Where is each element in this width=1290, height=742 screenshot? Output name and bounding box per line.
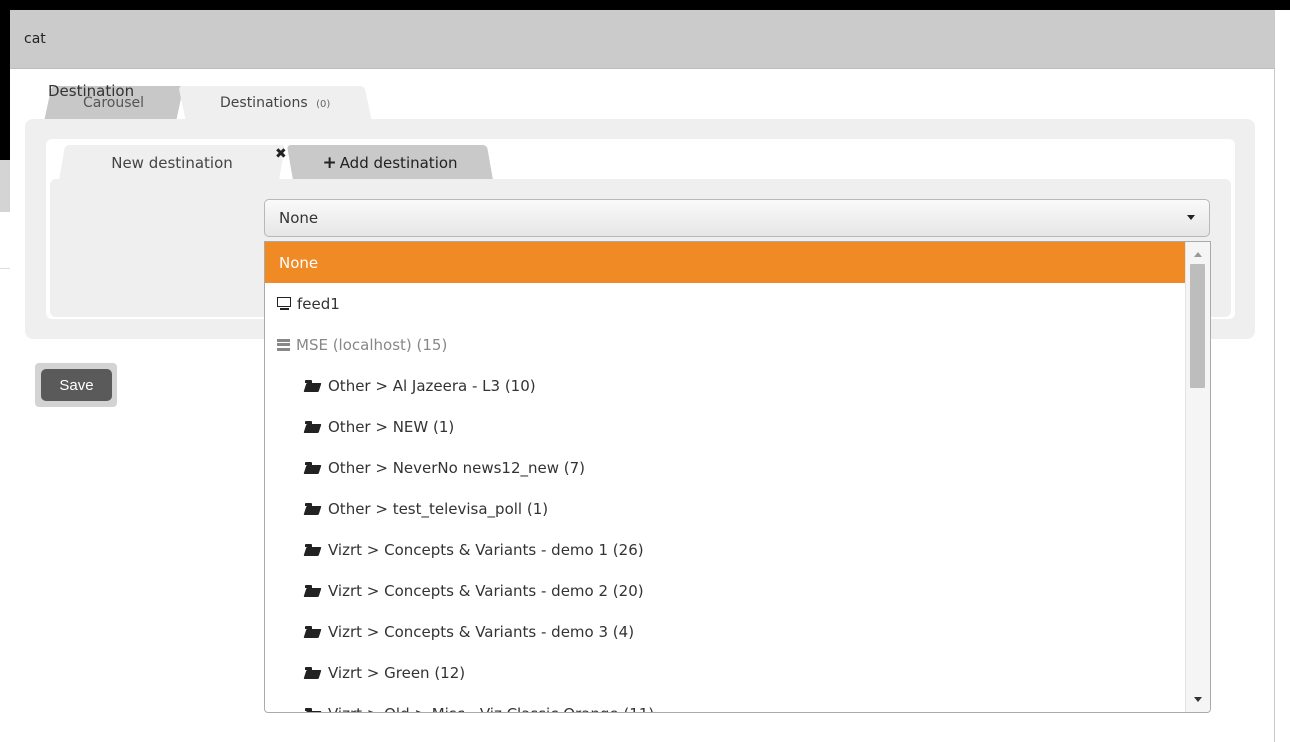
caret-down-icon bbox=[1187, 215, 1195, 220]
plus-icon: + bbox=[322, 153, 337, 173]
tab-destinations-label: Destinations bbox=[219, 95, 308, 111]
page-border-left bbox=[0, 0, 10, 160]
dropdown-list: None feed1 MSE (localhost) (15) Other > … bbox=[265, 242, 1185, 713]
option-label: feed1 bbox=[297, 294, 340, 313]
folder-open-icon bbox=[305, 625, 322, 638]
dropdown-option-none[interactable]: None bbox=[265, 242, 1185, 283]
folder-open-icon bbox=[305, 420, 322, 433]
dropdown-group-mse: MSE (localhost) (15) bbox=[265, 324, 1185, 365]
close-icon[interactable]: ✖ bbox=[275, 147, 287, 161]
option-label: Other > test_televisa_poll (1) bbox=[328, 499, 549, 518]
page-background-strip bbox=[0, 160, 10, 212]
dropdown-option[interactable]: Other > NEW (1) bbox=[265, 406, 1185, 447]
dropdown-option[interactable]: Vizrt > Green (12) bbox=[265, 652, 1185, 693]
tab-add-destination[interactable]: + Add destination bbox=[286, 145, 494, 181]
tab-add-destination-label: Add destination bbox=[339, 154, 458, 172]
page-divider bbox=[0, 268, 10, 269]
dropdown-option[interactable]: Other > Al Jazeera - L3 (10) bbox=[265, 365, 1185, 406]
option-label: None bbox=[279, 253, 319, 272]
option-label: Vizrt > Old > Misc - Viz Classic Orange … bbox=[328, 705, 654, 713]
destination-dropdown[interactable]: None feed1 MSE (localhost) (15) Other > … bbox=[264, 241, 1211, 713]
save-button[interactable]: Save bbox=[41, 369, 112, 401]
dialog-window: cat Carousel Destinations (0) New destin… bbox=[10, 10, 1275, 742]
option-label: Vizrt > Concepts & Variants - demo 2 (20… bbox=[328, 581, 644, 600]
tab-new-destination-label: New destination bbox=[111, 154, 233, 172]
option-label: Other > NeverNo news12_new (7) bbox=[328, 458, 586, 477]
destination-select[interactable]: None bbox=[264, 199, 1210, 237]
tab-destinations-count: (0) bbox=[315, 99, 331, 110]
dropdown-option[interactable]: Vizrt > Concepts & Variants - demo 2 (20… bbox=[265, 570, 1185, 611]
destination-select-value: None bbox=[279, 209, 319, 227]
folder-open-icon bbox=[305, 502, 322, 515]
save-button-wrapper: Save bbox=[35, 363, 117, 407]
option-label: Vizrt > Green (12) bbox=[328, 663, 466, 682]
tab-new-destination[interactable]: New destination bbox=[58, 145, 286, 181]
dialog-title: cat bbox=[24, 31, 46, 47]
folder-open-icon bbox=[305, 666, 322, 679]
folder-open-icon bbox=[305, 707, 322, 713]
folder-open-icon bbox=[305, 584, 322, 597]
dialog-titlebar: cat bbox=[10, 10, 1274, 69]
destination-label: Destination bbox=[48, 82, 135, 100]
dropdown-option-feed1[interactable]: feed1 bbox=[265, 283, 1185, 324]
option-label: Other > NEW (1) bbox=[328, 417, 455, 436]
folder-open-icon bbox=[305, 543, 322, 556]
scrollbar-thumb[interactable] bbox=[1190, 264, 1205, 388]
folder-open-icon bbox=[305, 461, 322, 474]
option-label: Vizrt > Concepts & Variants - demo 3 (4) bbox=[328, 622, 635, 641]
option-label: Vizrt > Concepts & Variants - demo 1 (26… bbox=[328, 540, 644, 559]
page-border-top bbox=[0, 0, 1290, 10]
scroll-up-arrow-icon[interactable] bbox=[1194, 252, 1202, 257]
dropdown-option[interactable]: Vizrt > Old > Misc - Viz Classic Orange … bbox=[265, 693, 1185, 713]
dropdown-option[interactable]: Other > test_televisa_poll (1) bbox=[265, 488, 1185, 529]
scroll-down-arrow-icon[interactable] bbox=[1194, 697, 1202, 702]
dropdown-option[interactable]: Vizrt > Concepts & Variants - demo 1 (26… bbox=[265, 529, 1185, 570]
dropdown-scrollbar[interactable] bbox=[1185, 242, 1210, 712]
dropdown-option[interactable]: Other > NeverNo news12_new (7) bbox=[265, 447, 1185, 488]
option-label: Other > Al Jazeera - L3 (10) bbox=[328, 376, 536, 395]
monitor-icon bbox=[277, 297, 291, 310]
server-icon bbox=[277, 338, 290, 351]
dropdown-option[interactable]: Vizrt > Concepts & Variants - demo 3 (4) bbox=[265, 611, 1185, 652]
folder-open-icon bbox=[305, 379, 322, 392]
option-label: MSE (localhost) (15) bbox=[296, 335, 448, 354]
tab-destinations[interactable]: Destinations (0) bbox=[178, 86, 372, 120]
